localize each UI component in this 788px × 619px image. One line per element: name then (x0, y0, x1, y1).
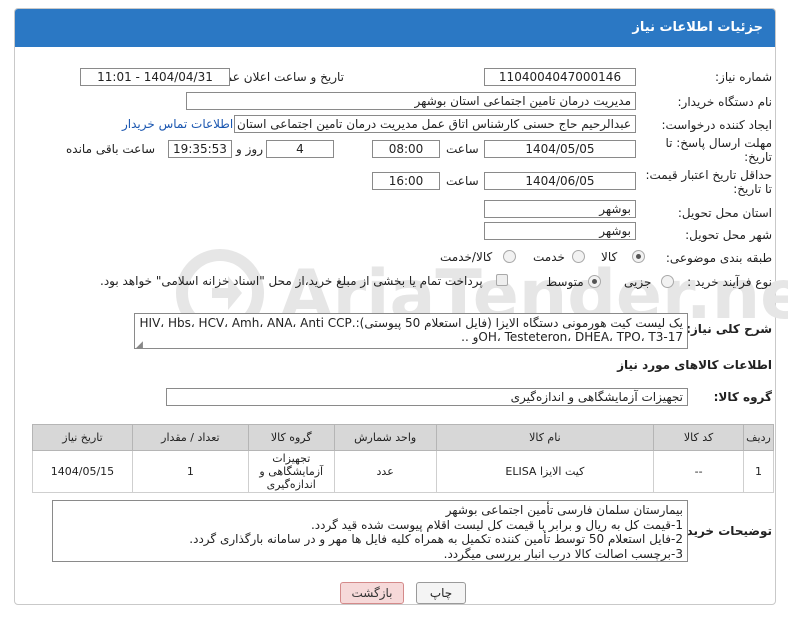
col-name-header: نام کالا (435, 424, 655, 451)
purchase-radio-medium[interactable] (588, 275, 601, 288)
print-button[interactable]: چاپ (416, 582, 466, 604)
cell-group: تجهیزات آزمایشگاهی و اندازه‌گیری (247, 450, 335, 493)
announce-datetime-field: 1404/04/31 - 11:01 (80, 68, 230, 86)
page-title: جزئیات اطلاعات نیاز (632, 20, 763, 35)
treasury-note: پرداخت تمام یا بخشی از مبلغ خرید،از محل … (100, 274, 483, 288)
price-validity-time: 16:00 (372, 172, 440, 190)
category-option-service: خدمت (533, 250, 565, 264)
treasury-checkbox[interactable] (496, 274, 508, 286)
cell-qty: 1 (131, 450, 249, 493)
cell-name: کیت الایزا ELISA (435, 450, 655, 493)
resize-handle-icon[interactable]: ◢ (136, 340, 143, 350)
col-date-header: تاریخ نیاز (32, 424, 133, 451)
goods-group-field: تجهیزات آزمایشگاهی و اندازه‌گیری (166, 388, 688, 406)
cell-row: 1 (743, 450, 774, 493)
buyer-contact-link[interactable]: اطلاعات تماس خریدار (122, 117, 233, 131)
need-number-label: شماره نیاز: (715, 70, 772, 84)
description-label: شرح کلی نیاز: (686, 322, 772, 336)
col-unit-header: واحد شمارش (333, 424, 437, 451)
back-button[interactable]: بازگشت (340, 582, 404, 604)
table-row: 1 -- کیت الایزا ELISA عدد تجهیزات آزمایش… (32, 450, 774, 493)
purchase-option-medium: متوسط (546, 275, 584, 289)
remaining-days: 4 (266, 140, 334, 158)
price-validity-date: 1404/06/05 (484, 172, 636, 190)
validity-time-label: ساعت (446, 174, 479, 188)
price-validity-label-2: تا تاریخ: (733, 182, 772, 196)
goods-table: ردیف کد کالا نام کالا واحد شمارش گروه کا… (32, 424, 774, 493)
cell-date: 1404/05/15 (32, 450, 133, 493)
table-header-row: ردیف کد کالا نام کالا واحد شمارش گروه کا… (32, 424, 774, 451)
description-line-1: یک لیست کیت هورمونی دستگاه الایزا (فایل … (139, 316, 684, 330)
reply-deadline-label-2: تاریخ: (744, 150, 772, 164)
buyer-notes-line-4: 3-برچسب اصالت کالا درب انبار بررسی میگرد… (443, 546, 683, 561)
panel-header: جزئیات اطلاعات نیاز (15, 9, 775, 47)
buyer-org-field: مدیریت درمان تامین اجتماعی استان بوشهر (186, 92, 636, 110)
category-option-goods-service: کالا/خدمت (440, 250, 493, 264)
category-radio-service[interactable] (572, 250, 585, 263)
need-number-field: 1104004047000146 (484, 68, 636, 86)
purchase-option-minor: جزیی (624, 275, 652, 289)
delivery-province-field: بوشهر (484, 200, 636, 218)
cell-code: -- (653, 450, 745, 493)
buyer-notes-line-2: 1-قیمت کل به ریال و برابر با قیمت کل لیس… (310, 517, 683, 532)
category-radio-goods-service[interactable] (503, 250, 516, 263)
col-row-header: ردیف (743, 424, 774, 451)
reply-time-label: ساعت (446, 142, 479, 156)
category-label: طبقه بندی موضوعی: (665, 251, 772, 265)
reply-deadline-time: 08:00 (372, 140, 440, 158)
reply-deadline-label-1: مهلت ارسال پاسخ: تا (665, 136, 772, 150)
delivery-city-field: بوشهر (484, 222, 636, 240)
reply-deadline-date: 1404/05/05 (484, 140, 636, 158)
goods-group-label: گروه کالا: (713, 390, 772, 404)
description-textarea[interactable]: یک لیست کیت هورمونی دستگاه الایزا (فایل … (134, 313, 688, 349)
delivery-city-label: شهر محل تحویل: (685, 228, 772, 242)
buyer-notes-line-3: 2-فایل استعلام 50 توسط تأمین کننده تکمیل… (189, 532, 683, 546)
buyer-notes-line-1: بیمارستان سلمان فارسی تأمین اجتماعی بوشه… (445, 503, 683, 517)
requester-label: ایجاد کننده درخواست: (661, 118, 772, 132)
remaining-time: 19:35:53 (168, 140, 232, 158)
purchase-radio-minor[interactable] (661, 275, 674, 288)
purchase-type-label: نوع فرآیند خرید : (687, 275, 772, 289)
price-validity-label-1: حداقل تاریخ اعتبار قیمت: (645, 168, 772, 182)
description-line-2: 17-OH، Testeteron، DHEA، TPO، T3و .. (461, 330, 683, 344)
col-qty-header: تعداد / مقدار (131, 424, 249, 451)
goods-section-title: اطلاعات کالاهای مورد نیاز (617, 358, 772, 372)
remaining-label: ساعت باقی مانده (66, 142, 156, 156)
buyer-notes-textarea[interactable]: بیمارستان سلمان فارسی تأمین اجتماعی بوشه… (52, 500, 688, 562)
buyer-org-label: نام دستگاه خریدار: (677, 95, 773, 109)
col-code-header: کد کالا (653, 424, 745, 451)
col-group-header: گروه کالا (247, 424, 335, 451)
requester-field: عبدالرحیم حاج حسنی کارشناس اتاق عمل مدیر… (234, 115, 636, 133)
days-label: روز و (236, 142, 263, 156)
category-option-goods: کالا (601, 250, 618, 264)
category-radio-goods[interactable] (632, 250, 645, 263)
delivery-province-label: استان محل تحویل: (677, 206, 772, 220)
cell-unit: عدد (333, 450, 437, 493)
